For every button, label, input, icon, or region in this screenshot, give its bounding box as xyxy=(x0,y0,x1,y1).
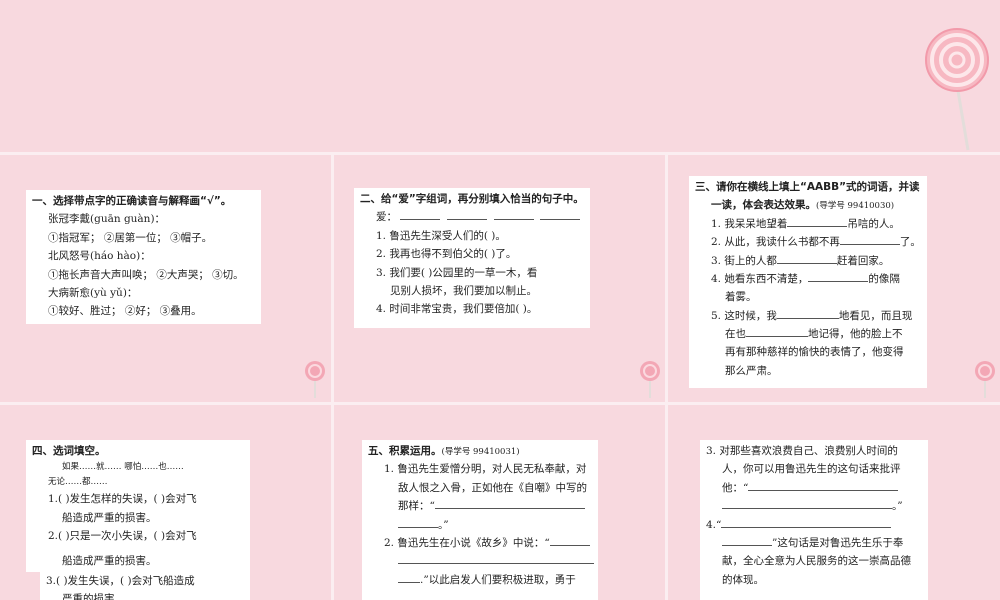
exercise-card-1: 一、选择带点字的正确读音与解释画“√”。 张冠李戴(guān guàn)： ①指… xyxy=(26,190,261,324)
fill-blank-line: 爱： xyxy=(360,208,584,226)
question-line: 3. 对那些喜欢浪费自己、浪费别人时间的 xyxy=(706,445,898,457)
question-line: 1. 鲁迅先生爱憎分明，对人民无私奉献，对 xyxy=(384,463,587,476)
question-line: ”这句话是对鲁迅先生乐于奉 xyxy=(706,534,922,552)
question-line: 的体现。 xyxy=(722,573,764,586)
question-line: 献，全心全意为人民服务的这一崇高品德 xyxy=(722,555,911,568)
answer-blank[interactable] xyxy=(722,534,772,546)
question-line: 2.( )只是一次小失误，( )会对飞 xyxy=(48,529,197,542)
question-line: 。” xyxy=(368,516,592,534)
question-line: 2. 从此，我读什么书都不再 了。 xyxy=(695,233,921,251)
grid-line-right xyxy=(665,152,668,600)
question-line: 那样：“ xyxy=(368,497,592,515)
question-line: 2. 鲁迅先生在小说《故乡》中说：“ xyxy=(368,534,592,552)
option-line: ①指冠军； ②居第一位； ③帽子。 xyxy=(48,231,213,244)
question-line: 大病新愈(yù yǔ)： xyxy=(48,286,138,299)
answer-blank[interactable] xyxy=(721,516,892,528)
option-line: ①较好、胜过； ②好； ③叠用。 xyxy=(48,305,202,318)
question-line: 着雾。 xyxy=(725,291,757,304)
answer-blank[interactable] xyxy=(776,252,837,264)
exercise-card-5: 五、积累运用。(导学号 99410031) 1. 鲁迅先生爱憎分明，对人民无私奉… xyxy=(362,440,598,600)
exercise-title: 四、选词填空。 xyxy=(32,445,106,457)
answer-blank[interactable] xyxy=(808,270,869,282)
question-line: 严重的损害。 xyxy=(62,593,125,600)
question-line: .”以此启发人们要积极进取，勇于 xyxy=(368,571,592,589)
question-line: 1.( )发生怎样的失误，( )会对飞 xyxy=(48,493,197,506)
grid-line-left xyxy=(331,152,334,600)
exercise-title: 二、给“爱”字组词，再分别填入恰当的句子中。 xyxy=(360,193,584,205)
question-line: 张冠李戴(guān guàn)： xyxy=(48,213,166,226)
answer-blank[interactable] xyxy=(748,479,899,491)
word-options: 如果……就…… 哪怕……也…… xyxy=(62,462,184,473)
lollipop-large-icon xyxy=(922,25,992,155)
question-line: 4.“ xyxy=(706,516,922,534)
exercise-card-3: 三、请你在横线上填上“AABB”式的词语，并读 一读，体会表达效果。(导学号 9… xyxy=(689,176,927,388)
lollipop-small-icon xyxy=(303,360,327,404)
exercise-title: 一、选择带点字的正确读音与解释画“√”。 xyxy=(32,195,232,207)
word-options: 无论……都…… xyxy=(48,477,108,488)
exercise-card-4-overflow: 船造成严重的损害。 xyxy=(26,552,250,572)
question-line: 1. 鲁迅先生深受人们的( )。 xyxy=(376,229,506,242)
option-line: ①拖长声音大声叫唤； ②大声哭； ③切。 xyxy=(48,268,244,281)
question-line: 3. 我们要( )公园里的一草一木，看 xyxy=(376,266,538,279)
question-line: 3. 街上的人都 赶着回家。 xyxy=(695,252,921,270)
grid-line-top xyxy=(0,152,1000,155)
question-line: 见别人损坏，我们要加以制止。 xyxy=(390,284,537,297)
question-line: 北风怒号(háo hào)： xyxy=(48,250,151,263)
answer-blank[interactable] xyxy=(398,571,420,583)
grid-line-middle xyxy=(0,402,1000,405)
question-line: 4. 时间非常宝贵，我们要倍加( )。 xyxy=(376,303,538,316)
answer-blank[interactable] xyxy=(400,208,441,221)
question-line: 船造成严重的损害。 xyxy=(62,555,157,567)
question-line: 。” xyxy=(706,497,922,515)
answer-blank[interactable] xyxy=(493,208,534,221)
question-line: 5. 这时候，我 地看见，而且现 xyxy=(695,307,921,325)
question-line: 人，你可以用鲁迅先生的这句话来批评 xyxy=(722,463,901,476)
answer-blank[interactable] xyxy=(549,534,590,546)
guide-number: (导学号 99410030) xyxy=(816,201,895,212)
answer-blank[interactable] xyxy=(447,208,488,221)
exercise-subtitle: 一读，体会表达效果。(导学号 99410030) xyxy=(711,199,895,212)
question-line: 他：“ xyxy=(706,479,922,497)
ai-label: 爱： xyxy=(376,211,397,224)
answer-blank[interactable] xyxy=(722,497,892,510)
question-line: 敌人恨之入骨，正如他在《自嘲》中写的 xyxy=(398,481,587,494)
question-line: 在也 地记得，他的脸上不 xyxy=(695,325,921,343)
exercise-title-row: 五、积累运用。(导学号 99410031) xyxy=(368,445,520,457)
question-line xyxy=(368,552,594,570)
exercise-title: 三、请你在横线上填上“AABB”式的词语，并读 xyxy=(695,181,920,193)
exercise-card-4: 四、选词填空。 如果……就…… 哪怕……也…… 无论……都…… 1.( )发生怎… xyxy=(26,440,250,556)
exercise-card-2: 二、给“爱”字组词，再分别填入恰当的句子中。 爱： 1. 鲁迅先生深受人们的( … xyxy=(354,188,590,328)
answer-blank[interactable] xyxy=(787,215,848,227)
lollipop-small-icon xyxy=(973,360,997,404)
answer-blank[interactable] xyxy=(398,516,438,528)
answer-blank[interactable] xyxy=(839,233,900,246)
answer-blank[interactable] xyxy=(434,497,585,510)
guide-number: (导学号 99410031) xyxy=(441,447,520,457)
question-line: 那么严肃。 xyxy=(725,364,778,377)
answer-blank[interactable] xyxy=(540,208,581,221)
exercise-card-4-continued: 3.( )发生失误，( )会对飞船造成 严重的损害。 xyxy=(40,572,250,600)
question-line: 3.( )发生失误，( )会对飞船造成 xyxy=(46,575,195,587)
question-line: 2. 我再也得不到伯父的( )了。 xyxy=(376,248,517,261)
answer-blank[interactable] xyxy=(776,307,839,319)
lollipop-small-icon xyxy=(638,360,662,404)
question-line: 再有那种慈祥的愉快的表情了，他变得 xyxy=(725,346,904,359)
answer-blank[interactable] xyxy=(398,552,594,565)
question-line: 1. 我呆呆地望着 吊唁的人。 xyxy=(695,215,921,233)
answer-blank[interactable] xyxy=(746,325,808,337)
question-line: 4. 她看东西不清楚， 的像隔 xyxy=(695,270,921,288)
question-line: 船造成严重的损害。 xyxy=(62,511,157,524)
exercise-card-6: 3. 对那些喜欢浪费自己、浪费别人时间的 人，你可以用鲁迅先生的这句话来批评 他… xyxy=(700,440,928,600)
